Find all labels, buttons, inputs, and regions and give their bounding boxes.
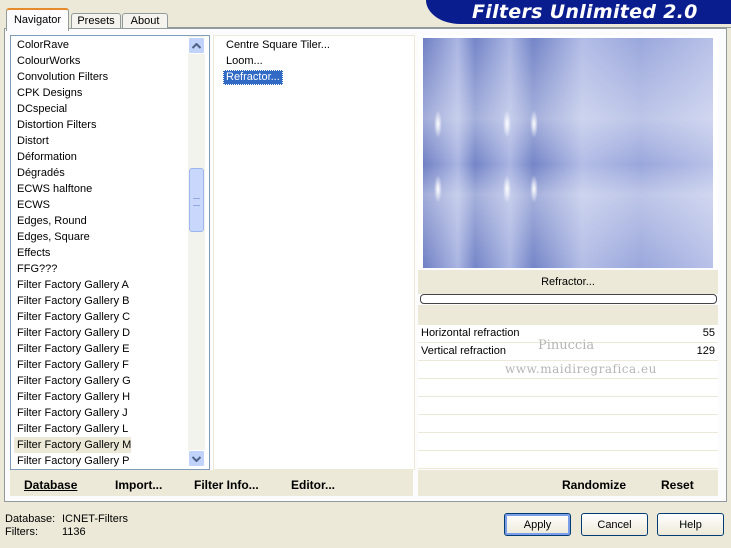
param-header-gap xyxy=(418,305,718,325)
category-item[interactable]: Déformation xyxy=(14,149,77,165)
category-item[interactable]: Filter Factory Gallery J xyxy=(14,405,128,421)
watermark-name: Pinuccia xyxy=(538,338,595,353)
parameter-row xyxy=(418,397,718,415)
scroll-thumb[interactable] xyxy=(189,168,204,232)
tab-presets[interactable]: Presets xyxy=(71,13,121,29)
progress-bar xyxy=(420,294,717,304)
parameter-row xyxy=(418,415,718,433)
reset-button[interactable]: Reset xyxy=(661,477,694,493)
grip-icon xyxy=(193,198,200,206)
chevron-down-icon xyxy=(192,455,201,462)
filter-listbox[interactable]: Centre Square Tiler... Loom... Refractor..… xyxy=(213,35,415,470)
database-value: ICNET-Filters xyxy=(62,513,128,525)
filters-label: Filters: xyxy=(5,526,38,538)
category-scrollbar[interactable] xyxy=(188,36,205,467)
cancel-button[interactable]: Cancel xyxy=(581,513,648,536)
parameter-label: Horizontal refraction xyxy=(421,327,520,339)
filter-item[interactable]: Refractor... xyxy=(223,70,283,85)
parameter-value[interactable]: 55 xyxy=(703,325,715,342)
parameter-row xyxy=(418,379,718,397)
database-label: Database: xyxy=(5,513,56,525)
scroll-up-button[interactable] xyxy=(188,37,205,54)
category-item[interactable]: Edges, Square xyxy=(14,229,90,245)
category-item[interactable]: Filter Factory Gallery M xyxy=(14,437,132,453)
parameter-value[interactable]: 129 xyxy=(697,343,715,360)
import-button[interactable]: Import... xyxy=(115,477,162,493)
help-button[interactable]: Help xyxy=(657,513,724,536)
filter-item[interactable]: Centre Square Tiler... xyxy=(223,38,333,53)
app-title: Filters Unlimited 2.0 xyxy=(472,1,698,23)
editor-button[interactable]: Editor... xyxy=(291,477,335,493)
category-item[interactable]: Filter Factory Gallery C xyxy=(14,309,130,325)
category-item[interactable]: FFG??? xyxy=(14,261,57,277)
category-item[interactable]: DCspecial xyxy=(14,101,67,117)
parameter-row xyxy=(418,451,718,469)
category-item[interactable]: Filter Factory Gallery L xyxy=(14,421,128,437)
tab-about[interactable]: About xyxy=(122,13,168,29)
apply-button[interactable]: Apply xyxy=(504,513,571,536)
category-item[interactable]: Edges, Round xyxy=(14,213,87,229)
category-item[interactable]: Dégradés xyxy=(14,165,65,181)
category-item[interactable]: Filter Factory Gallery H xyxy=(14,389,130,405)
category-item[interactable]: CPK Designs xyxy=(14,85,82,101)
parameter-row xyxy=(418,433,718,451)
category-item[interactable]: ECWS xyxy=(14,197,50,213)
category-item[interactable]: ColorRave xyxy=(14,37,69,53)
preview-area xyxy=(418,35,718,268)
category-item[interactable]: Filter Factory Gallery F xyxy=(14,357,129,373)
filter-info-button[interactable]: Filter Info... xyxy=(194,477,259,493)
category-item[interactable]: Filter Factory Gallery B xyxy=(14,293,129,309)
category-item[interactable]: Distortion Filters xyxy=(14,117,96,133)
randomize-button[interactable]: Randomize xyxy=(562,477,626,493)
parameter-label: Vertical refraction xyxy=(421,345,506,357)
category-item[interactable]: ColourWorks xyxy=(14,53,80,69)
category-item[interactable]: Filter Factory Gallery G xyxy=(14,373,131,389)
preview-caption: Refractor... xyxy=(418,270,718,294)
category-item[interactable]: Filter Factory Gallery P xyxy=(14,453,129,469)
category-item[interactable]: Filter Factory Gallery E xyxy=(14,341,129,357)
category-list: ColorRave ColourWorks Convolution Filters C… xyxy=(14,37,197,468)
scroll-down-button[interactable] xyxy=(188,450,205,467)
category-item[interactable]: Filter Factory Gallery D xyxy=(14,325,130,341)
filters-count: 1136 xyxy=(62,526,86,538)
category-item[interactable]: ECWS halftone xyxy=(14,181,92,197)
filter-item[interactable]: Loom... xyxy=(223,54,266,69)
category-item[interactable]: Effects xyxy=(14,245,50,261)
database-button[interactable]: Database xyxy=(24,477,77,493)
tab-navigator[interactable]: Navigator xyxy=(6,8,69,31)
chevron-up-icon xyxy=(192,42,201,49)
preview-image xyxy=(423,38,713,268)
category-item[interactable]: Filter Factory Gallery A xyxy=(14,277,129,293)
category-item[interactable]: Convolution Filters xyxy=(14,69,108,85)
watermark-url: www.maidiregrafica.eu xyxy=(505,362,657,376)
category-listbox[interactable]: ColorRave ColourWorks Convolution Filters C… xyxy=(10,35,210,470)
category-item[interactable]: Distort xyxy=(14,133,49,149)
